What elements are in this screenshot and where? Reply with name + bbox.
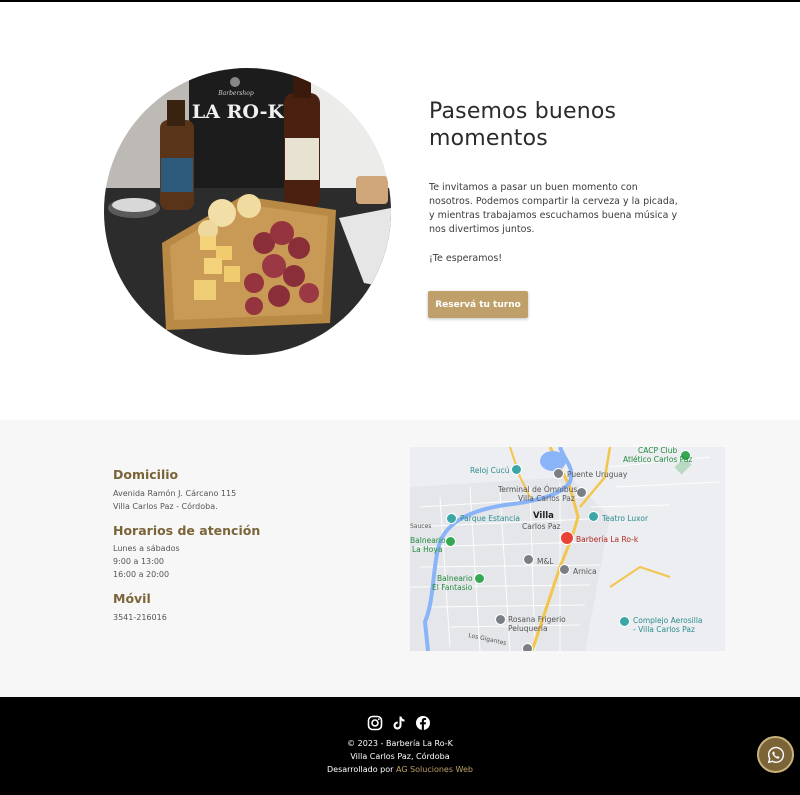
map-label-mandl: M&L xyxy=(537,557,554,566)
map-label-barberia: Barbería La Ro-k xyxy=(576,535,639,544)
map-label-parque: Parque Estancia xyxy=(460,514,520,523)
map-label-terminal1: Terminal de Ómnibus xyxy=(498,485,578,494)
footer-location: Villa Carlos Paz, Córdoba xyxy=(350,752,450,761)
whatsapp-icon xyxy=(767,746,784,763)
map-pin-balneario-hoya[interactable] xyxy=(445,536,456,547)
map-label-puente: Puente Uruguay xyxy=(567,470,628,479)
hours-days: Lunes a sábados xyxy=(113,544,180,553)
map-label-cacp: CACP Club xyxy=(638,447,678,455)
address-line1: Avenida Ramón J. Cárcano 115 xyxy=(113,489,237,498)
facebook-icon[interactable] xyxy=(415,715,431,731)
map-label-hoya1: Balneario xyxy=(410,536,446,545)
map-pin-fantasio[interactable] xyxy=(474,573,485,584)
tiktok-icon[interactable] xyxy=(391,715,407,731)
map-label-rosana1: Rosana Frigerio xyxy=(508,615,566,624)
map-label-carlos-paz: Carlos Paz xyxy=(522,522,561,531)
mobile-number: 3541-216016 xyxy=(113,613,167,622)
map-pin-arnica[interactable] xyxy=(559,564,570,575)
map-pin-mandl[interactable] xyxy=(523,554,534,565)
address-heading: Domicilio xyxy=(113,467,179,482)
map-pin-terminal[interactable] xyxy=(576,487,587,498)
social-links xyxy=(367,715,433,731)
contact-info-section: Domicilio Avenida Ramón J. Cárcano 115 V… xyxy=(0,420,800,697)
map-label-teatro: Teatro Luxor xyxy=(602,514,649,523)
map-label-villa: Villa xyxy=(533,511,554,521)
site-footer: © 2023 - Barbería La Ro-K Villa Carlos P… xyxy=(0,697,800,795)
map-label-sauces: Sauces xyxy=(410,523,432,530)
map-label-fantasio1: Balneario xyxy=(437,574,473,583)
instagram-icon[interactable] xyxy=(367,715,383,731)
location-map[interactable]: CACP Club Atlético Carlos Paz Reloj Cucú… xyxy=(410,447,725,651)
map-pin-teatro[interactable] xyxy=(588,511,599,522)
map-pin-puente[interactable] xyxy=(553,468,564,479)
map-pin-complejo[interactable] xyxy=(619,616,630,627)
hero-title-line1: Pasemos buenos xyxy=(429,99,617,124)
map-label-terminal2: Villa Carlos Paz xyxy=(518,494,575,503)
book-appointment-button[interactable]: Reservá tu turno xyxy=(428,291,528,318)
hero-title-line2: momentos xyxy=(429,126,548,151)
map-label-complejo2: - Villa Carlos Paz xyxy=(633,625,695,634)
mobile-heading: Móvil xyxy=(113,591,151,606)
map-pin-reloj[interactable] xyxy=(511,464,522,475)
hero-title: Pasemos buenos momentos xyxy=(429,98,729,152)
hero-paragraph: Te invitamos a pasar un buen momento con… xyxy=(429,182,678,235)
footer-credits: Desarrollado por AG Soluciones Web xyxy=(0,764,800,776)
footer-credits-prefix: Desarrollado por xyxy=(327,765,394,774)
address-line2: Villa Carlos Paz - Córdoba. xyxy=(113,502,218,511)
map-label-atletico: Atlético Carlos Paz xyxy=(623,455,693,464)
map-pin-rosana[interactable] xyxy=(495,614,506,625)
map-pin-barberia[interactable] xyxy=(560,531,574,545)
sign-top-text: Barbershop xyxy=(217,90,254,97)
map-label-arnica: Arnica xyxy=(573,567,597,576)
hero-section: Barbershop LA RO-K Pasemos buenos moment… xyxy=(0,2,800,420)
footer-copyright: © 2023 - Barbería La Ro-K xyxy=(347,739,453,748)
whatsapp-button[interactable] xyxy=(757,736,794,773)
hero-photo: Barbershop LA RO-K xyxy=(104,68,391,355)
map-label-fantasio2: El Fantasio xyxy=(432,583,473,592)
hours-morning: 9:00 a 13:00 xyxy=(113,557,165,566)
developer-link[interactable]: AG Soluciones Web xyxy=(396,765,473,774)
hours-evening: 16:00 a 20:00 xyxy=(113,570,170,579)
hero-tagline: ¡Te esperamos! xyxy=(429,253,503,264)
map-pin-parque[interactable] xyxy=(446,513,457,524)
hours-heading: Horarios de atención xyxy=(113,523,261,538)
map-label-rosana2: Peluquería xyxy=(508,624,548,633)
sign-text: LA RO-K xyxy=(192,101,286,123)
map-label-hoya2: La Hoya xyxy=(412,545,443,554)
map-label-complejo1: Complejo Aerosilla xyxy=(633,616,703,625)
map-label-reloj: Reloj Cucú xyxy=(470,466,510,475)
map-pin-bottom[interactable] xyxy=(522,643,533,651)
